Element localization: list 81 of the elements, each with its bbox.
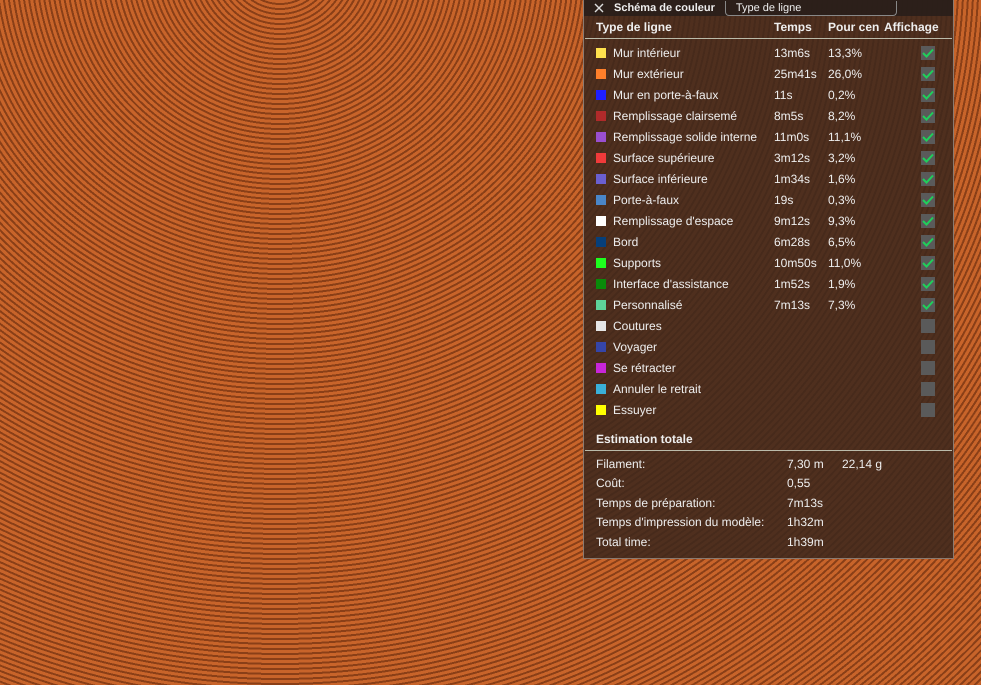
percent-value: 11,0% (828, 256, 862, 270)
summary-value: 1h39m (787, 534, 825, 549)
visibility-checkbox[interactable] (921, 360, 935, 374)
percent-value: 13,3% (828, 46, 864, 60)
percent-value: 8,2% (828, 108, 856, 122)
line-type-label: Coutures (613, 318, 662, 332)
column-header: Temps (774, 20, 813, 34)
visibility-checkbox[interactable] (921, 382, 935, 396)
summary-value: 7m13s (787, 496, 824, 510)
time-value: 10m50s (774, 256, 818, 270)
visibility-checkbox[interactable] (921, 276, 935, 290)
summary-value: 7,30 m (787, 456, 825, 471)
visibility-checkbox[interactable] (921, 88, 935, 102)
time-value: 1m52s (774, 276, 812, 290)
line-type-label: Interface d'assistance (613, 276, 729, 290)
column-header: Affichage (884, 20, 940, 34)
line-type-label: Supports (613, 256, 662, 270)
line-type-label: Remplissage clairsemé (613, 108, 738, 122)
percent-value: 0,3% (828, 192, 856, 206)
summary-label: Coût: (596, 476, 626, 490)
visibility-checkbox[interactable] (921, 130, 935, 144)
time-value: 25m41s (774, 66, 818, 80)
time-value: 6m28s (774, 234, 812, 248)
visibility-checkbox[interactable] (921, 172, 935, 186)
summary-value: 22,14 g (842, 456, 882, 471)
summary-label: Total time: (596, 534, 652, 549)
line-type-label: Porte-à-faux (613, 192, 680, 206)
summary-title: Estimation totale (595, 431, 694, 448)
column-header: Type de ligne (596, 20, 673, 34)
percent-value: 3,2% (828, 150, 856, 164)
visibility-checkbox[interactable] (921, 298, 935, 312)
summary-label: Temps d'impression du modèle: (596, 515, 766, 530)
time-value: 13m6s (774, 46, 812, 60)
line-type-label: Bord (613, 234, 638, 248)
visibility-checkbox[interactable] (921, 150, 935, 164)
line-type-label: Annuler le retrait (613, 382, 702, 396)
time-value: 7m13s (774, 298, 812, 312)
line-type-label: Mur intérieur (613, 46, 680, 60)
visibility-checkbox[interactable] (921, 108, 935, 122)
line-type-label: Se rétracter (613, 360, 676, 374)
summary-label: Filament: (596, 456, 646, 471)
time-value: 1m34s (774, 172, 812, 186)
summary-label: Temps de préparation: (596, 496, 716, 510)
visibility-checkbox[interactable] (921, 234, 935, 248)
line-type-label: Remplissage d'espace (613, 214, 734, 228)
percent-value: 11,1% (828, 130, 862, 144)
time-value: 9m12s (774, 214, 812, 228)
visibility-checkbox[interactable] (921, 66, 935, 80)
summary-value: 0,55 (787, 476, 812, 490)
close-icon[interactable] (594, 3, 604, 13)
percent-value: 1,6% (828, 172, 856, 186)
view-type-dropdown[interactable]: Type de ligne (724, 0, 897, 16)
percent-value: 6,5% (828, 234, 856, 248)
visibility-checkbox[interactable] (921, 192, 935, 206)
line-type-label: Voyager (613, 340, 658, 354)
line-type-label: Remplissage solide interne (613, 130, 758, 144)
line-type-label: Surface supérieure (613, 150, 714, 164)
line-type-label: Essuyer (613, 402, 656, 416)
visibility-checkbox[interactable] (921, 318, 935, 332)
percent-value: 9,3% (828, 214, 856, 228)
line-type-label: Surface inférieure (613, 172, 708, 186)
column-header: Pour cen (828, 20, 880, 34)
legend-title: Schéma de couleur (614, 2, 715, 14)
time-value: 3m12s (774, 150, 812, 164)
time-value: 19s (774, 192, 794, 206)
visibility-checkbox[interactable] (921, 402, 935, 416)
visibility-checkbox[interactable] (921, 256, 935, 270)
line-type-label: Mur extérieur (613, 66, 684, 80)
time-value: 11s (774, 88, 794, 102)
time-value: 11m0s (774, 130, 810, 144)
summary-value: 1h32m (787, 515, 825, 530)
visibility-checkbox[interactable] (921, 46, 935, 60)
visibility-checkbox[interactable] (921, 340, 935, 354)
line-type-label: Mur en porte-à-faux (613, 88, 718, 102)
percent-value: 1,9% (828, 276, 856, 290)
time-value: 8m5s (774, 108, 804, 122)
percent-value: 0,2% (828, 88, 856, 102)
visibility-checkbox[interactable] (921, 214, 935, 228)
line-type-label: Personnalisé (613, 298, 682, 312)
percent-value: 26,0% (828, 66, 864, 80)
percent-value: 7,3% (828, 298, 856, 312)
